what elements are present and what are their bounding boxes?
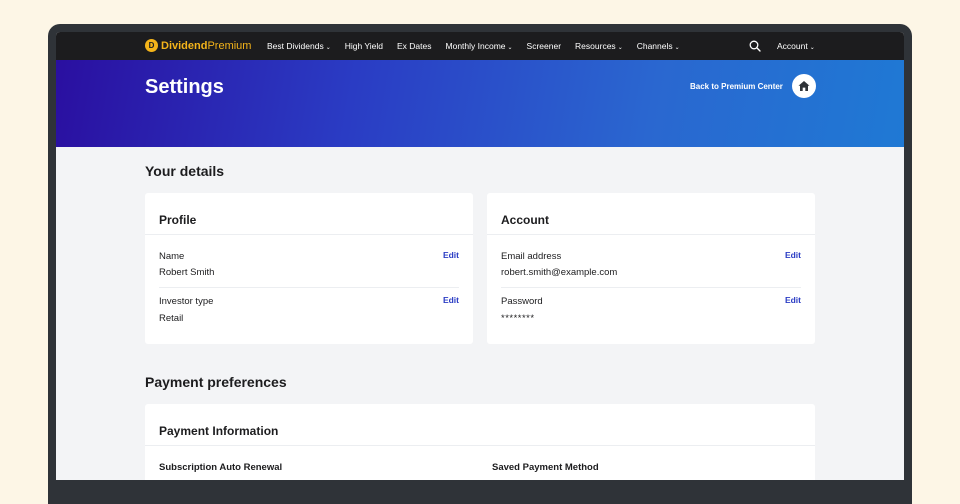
your-details-heading: Your details: [145, 163, 225, 179]
chevron-down-icon: ⌄: [809, 45, 815, 51]
email-value: robert.smith@example.com: [501, 267, 618, 278]
divider: [145, 234, 473, 235]
nav-item-channels[interactable]: Channels ⌄: [637, 41, 680, 51]
nav-item-resources[interactable]: Resources ⌄: [575, 41, 623, 51]
edit-investor-type-button[interactable]: Edit: [443, 295, 459, 305]
nav-item-label: Resources: [575, 41, 616, 51]
nav-item-label: Monthly Income: [445, 41, 506, 51]
payment-card-title: Payment Information: [159, 424, 279, 438]
divider: [501, 287, 801, 288]
password-label: Password: [501, 296, 543, 307]
nav-item-label: Best Dividends: [267, 41, 324, 51]
payment-information-card: Payment Information Subscription Auto Re…: [145, 404, 815, 480]
edit-email-button[interactable]: Edit: [785, 250, 801, 260]
page-title: Settings: [145, 76, 224, 98]
chevron-down-icon: ⌄: [674, 45, 680, 51]
account-card: Account Email address Edit robert.smith@…: [487, 193, 815, 344]
account-card-title: Account: [501, 213, 549, 227]
brand-logo[interactable]: D Dividend Premium: [145, 39, 251, 52]
page-header-banner: Settings Back to Premium Center: [56, 60, 904, 147]
payment-preferences-heading: Payment preferences: [145, 374, 287, 390]
nav-item-label: Screener: [526, 41, 562, 51]
account-menu[interactable]: Account ⌄: [777, 41, 815, 51]
password-value: ********: [501, 313, 535, 324]
nav-item-label: Channels: [636, 41, 673, 51]
nav-item-screener[interactable]: Screener: [527, 41, 562, 51]
profile-card: Profile Name Edit Robert Smith Investor …: [145, 193, 473, 344]
divider: [487, 234, 815, 235]
investor-type-value: Retail: [159, 313, 184, 324]
nav-item-best-dividends[interactable]: Best Dividends ⌄: [267, 41, 331, 51]
nav-menu: Best Dividends ⌄ High Yield Ex Dates Mont…: [267, 41, 680, 51]
email-label: Email address: [501, 251, 562, 262]
nav-item-monthly-income[interactable]: Monthly Income ⌄: [446, 41, 513, 51]
browser-screen: D Dividend Premium Best Dividends ⌄ High Y…: [56, 32, 904, 480]
top-navbar: D Dividend Premium Best Dividends ⌄ High Y…: [56, 32, 904, 60]
edit-password-button[interactable]: Edit: [785, 295, 801, 305]
edit-name-button[interactable]: Edit: [443, 250, 459, 260]
nav-item-ex-dates[interactable]: Ex Dates: [397, 41, 432, 51]
name-value: Robert Smith: [159, 267, 215, 278]
saved-payment-method-label: Saved Payment Method: [492, 462, 599, 473]
home-icon: [798, 81, 810, 91]
divider: [159, 287, 459, 288]
chevron-down-icon: ⌄: [507, 45, 513, 51]
divider: [145, 445, 815, 446]
profile-card-title: Profile: [159, 213, 197, 227]
search-icon[interactable]: [749, 40, 761, 52]
auto-renewal-label: Subscription Auto Renewal: [159, 462, 283, 473]
chevron-down-icon: ⌄: [325, 45, 331, 51]
nav-item-label: High Yield: [344, 41, 384, 51]
nav-item-high-yield[interactable]: High Yield: [345, 41, 383, 51]
nav-item-label: Ex Dates: [397, 41, 432, 51]
back-to-premium-center-link[interactable]: Back to Premium Center: [690, 82, 783, 91]
chevron-down-icon: ⌄: [617, 45, 623, 51]
investor-type-label: Investor type: [159, 296, 214, 307]
logo-text-bold: Dividend: [161, 39, 208, 52]
name-label: Name: [159, 251, 185, 262]
logo-mark-icon: D: [145, 39, 158, 52]
account-label: Account: [777, 41, 808, 51]
logo-text-light: Premium: [207, 39, 252, 52]
device-frame: D Dividend Premium Best Dividends ⌄ High Y…: [48, 24, 912, 504]
home-button[interactable]: [792, 74, 816, 98]
